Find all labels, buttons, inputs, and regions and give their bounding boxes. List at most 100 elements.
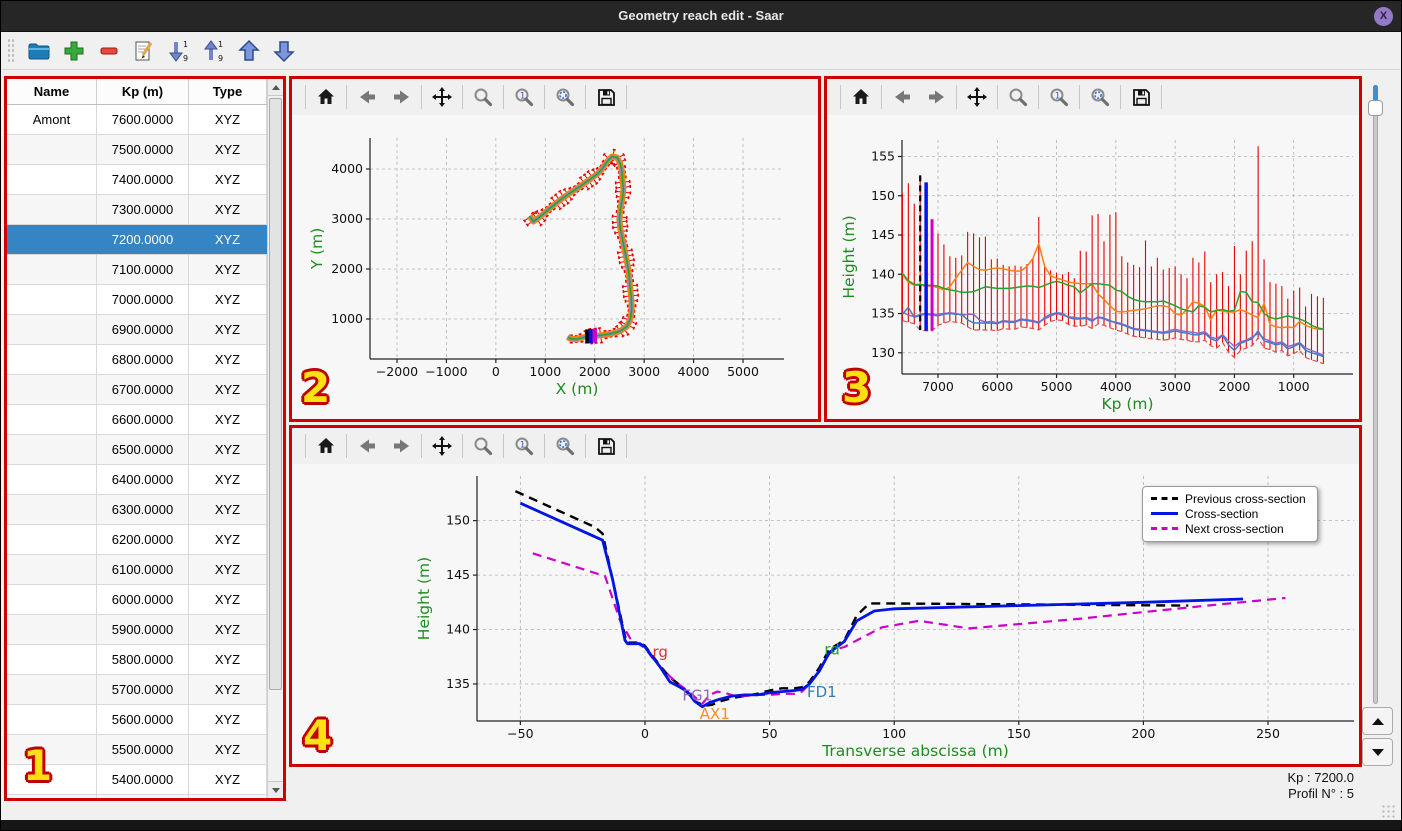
toolbar-separator: [305, 434, 306, 458]
table-cell: XYZ: [189, 495, 267, 524]
table-row[interactable]: 5300.0000XYZ: [7, 795, 267, 798]
table-cell: 6300.0000: [97, 495, 189, 524]
edit-section-button[interactable]: [128, 36, 160, 66]
table-row[interactable]: 7300.0000 XYZ: [7, 195, 267, 225]
zoom-button[interactable]: [1001, 82, 1035, 112]
window-title: Geometry reach edit - Saar: [618, 8, 784, 23]
table-row[interactable]: 6900.0000 XYZ: [7, 315, 267, 345]
home-button[interactable]: [309, 82, 343, 112]
move-up-button[interactable]: [233, 36, 265, 66]
svg-text:Height (m): Height (m): [415, 557, 433, 640]
table-row[interactable]: 7400.0000 XYZ: [7, 165, 267, 195]
svg-text:150: 150: [1007, 726, 1031, 741]
back-button[interactable]: [350, 431, 384, 461]
table-cell: [7, 525, 97, 554]
sort-ascending-button[interactable]: 19: [198, 36, 230, 66]
zoom-one-button[interactable]: 1: [1042, 82, 1076, 112]
zoom-auto-button[interactable]: [548, 431, 582, 461]
move-down-button[interactable]: [268, 36, 300, 66]
table-cell: XYZ: [189, 705, 267, 734]
pan-icon: [967, 87, 987, 107]
save-button[interactable]: [589, 82, 623, 112]
zoom-one-button[interactable]: 1: [507, 82, 541, 112]
save-button[interactable]: [1124, 82, 1158, 112]
profile-view-chart[interactable]: 7000 6000 5000 4000 3000 2000 1000 130 135 140 145…: [827, 115, 1359, 419]
table-row[interactable]: 7100.0000 XYZ: [7, 255, 267, 285]
header-name[interactable]: Name: [7, 79, 97, 104]
next-profile-button[interactable]: [1362, 738, 1393, 766]
table-row[interactable]: 6000.0000 XYZ: [7, 585, 267, 615]
table-row[interactable]: 6300.0000 XYZ: [7, 495, 267, 525]
pan-button[interactable]: [425, 82, 459, 112]
table-row[interactable]: 6600.0000 XYZ: [7, 405, 267, 435]
zoom-one-button[interactable]: 1: [507, 431, 541, 461]
scrollbar-thumb[interactable]: [269, 98, 282, 690]
table-row[interactable]: 5800.0000 XYZ: [7, 645, 267, 675]
table-row[interactable]: 6400.0000 XYZ: [7, 465, 267, 495]
table-row[interactable]: 7500.0000 XYZ: [7, 135, 267, 165]
annotation-rd: rd: [824, 641, 839, 659]
table-row[interactable]: 6800.0000 XYZ: [7, 345, 267, 375]
toolbar-separator: [1038, 85, 1039, 109]
add-section-button[interactable]: [58, 36, 90, 66]
svg-text:135: 135: [446, 676, 470, 691]
annotation-number-4: 4: [303, 711, 333, 760]
zoom-button[interactable]: [466, 431, 500, 461]
forward-button[interactable]: [919, 82, 953, 112]
sort-descending-icon: 19: [169, 40, 188, 63]
toolbar-separator: [997, 85, 998, 109]
profile-plot-toolbar: 1: [827, 79, 1359, 115]
previous-profile-button[interactable]: [1362, 707, 1393, 735]
table-row[interactable]: 5900.0000 XYZ: [7, 615, 267, 645]
header-kp[interactable]: Kp (m): [97, 79, 189, 104]
annotation-number-2: 2: [301, 363, 331, 412]
resize-grip[interactable]: [1381, 804, 1397, 818]
table-row[interactable]: 7000.0000 XYZ: [7, 285, 267, 315]
forward-button[interactable]: [384, 431, 418, 461]
table-cell: 6600.0000: [97, 405, 189, 434]
table-row[interactable]: 6700.0000 XYZ: [7, 375, 267, 405]
svg-text:−2000: −2000: [376, 364, 418, 379]
zoom-icon: [474, 437, 493, 456]
table-row[interactable]: 5700.0000 XYZ: [7, 675, 267, 705]
zoom-auto-button[interactable]: [1083, 82, 1117, 112]
back-button[interactable]: [350, 82, 384, 112]
svg-text:−50: −50: [507, 726, 533, 741]
table-row[interactable]: Amont 7600.0000 XYZ: [7, 105, 267, 135]
zoom-button[interactable]: [466, 82, 500, 112]
plan-view-chart[interactable]: −2000 −1000 0 1000 2000 3000 4000 5000 1000 2000 3…: [292, 115, 818, 419]
zoom-auto-button[interactable]: [548, 82, 582, 112]
profile-slider-handle[interactable]: [1368, 100, 1383, 116]
header-type[interactable]: Type: [189, 79, 267, 104]
forward-button[interactable]: [384, 82, 418, 112]
toolbar-separator: [503, 434, 504, 458]
svg-text:4000: 4000: [1100, 379, 1132, 394]
profile-slider-track[interactable]: [1373, 85, 1378, 704]
save-button[interactable]: [589, 431, 623, 461]
table-cell: [7, 645, 97, 674]
triangle-up-icon: [1371, 717, 1384, 725]
sort-descending-button[interactable]: 19: [163, 36, 195, 66]
svg-text:4000: 4000: [331, 161, 363, 176]
table-cell: 5600.0000: [97, 705, 189, 734]
remove-section-button[interactable]: [93, 36, 125, 66]
table-scrollbar[interactable]: [267, 79, 283, 798]
table-row[interactable]: 7200.0000 XYZ: [7, 225, 267, 255]
toolbar-drag-handle[interactable]: [7, 37, 15, 64]
scroll-down-button[interactable]: [268, 781, 283, 798]
scroll-up-button[interactable]: [268, 79, 283, 96]
table-row[interactable]: 5600.0000 XYZ: [7, 705, 267, 735]
home-button[interactable]: [309, 431, 343, 461]
table-cell: XYZ: [189, 315, 267, 344]
toolbar-separator: [881, 85, 882, 109]
table-row[interactable]: 6500.0000 XYZ: [7, 435, 267, 465]
table-row[interactable]: 6200.0000 XYZ: [7, 525, 267, 555]
home-button[interactable]: [844, 82, 878, 112]
pan-button[interactable]: [425, 431, 459, 461]
close-button[interactable]: X: [1374, 7, 1393, 26]
back-button[interactable]: [885, 82, 919, 112]
open-folder-button[interactable]: [23, 36, 55, 66]
pan-button[interactable]: [960, 82, 994, 112]
table-row[interactable]: 6100.0000 XYZ: [7, 555, 267, 585]
table-cell: XYZ: [189, 765, 267, 794]
